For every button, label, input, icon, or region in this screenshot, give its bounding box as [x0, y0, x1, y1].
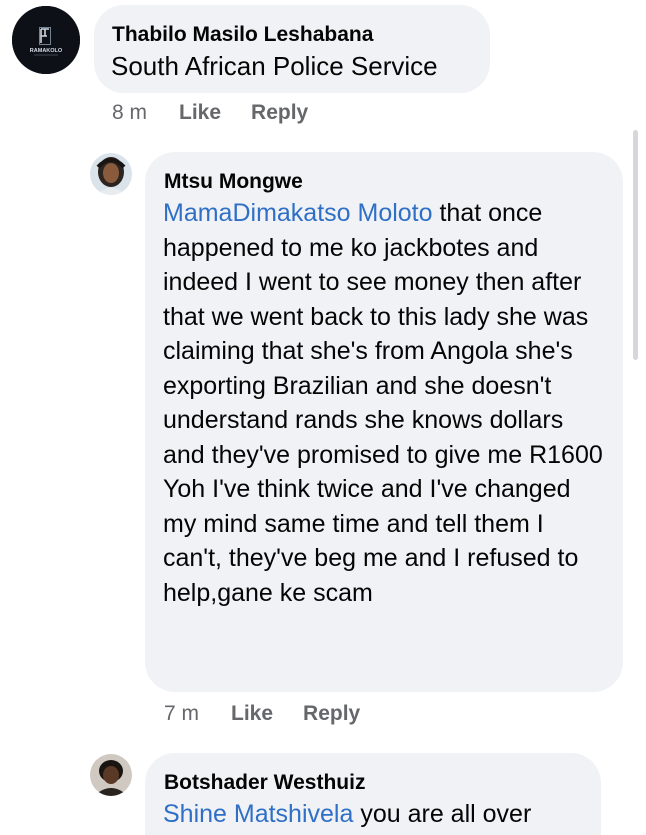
comment-mention[interactable]: Shine Matshivela — [163, 800, 353, 828]
comment-bubble: Botshader Westhuiz Shine Matshivela you … — [145, 753, 601, 835]
reply-button[interactable]: Reply — [251, 101, 308, 125]
comment-author[interactable]: Thabilo Masilo Leshabana — [112, 23, 373, 47]
like-button[interactable]: Like — [179, 101, 221, 125]
comment-mention[interactable]: MamaDimakatso Moloto — [163, 199, 433, 227]
comment-actions: 8 m Like Reply — [112, 101, 338, 125]
comment-bubble: Thabilo Masilo Leshabana South African P… — [94, 5, 490, 93]
comment-body: you are all over — [360, 800, 532, 828]
avatar[interactable] — [90, 153, 132, 195]
comment-timestamp[interactable]: 7 m — [164, 702, 199, 726]
avatar[interactable] — [90, 754, 132, 796]
comment-mention[interactable]: South African Police Service — [111, 49, 438, 84]
avatar-brand-text: RAMAKOLO — [30, 48, 63, 54]
reply-button[interactable]: Reply — [303, 702, 360, 726]
profile-photo-icon — [90, 754, 132, 796]
profile-photo-icon — [90, 153, 132, 195]
comment-body: that once happened to me ko jackbotes an… — [163, 199, 603, 607]
comment-author[interactable]: Botshader Westhuiz — [164, 771, 365, 795]
comment-actions: 7 m Like Reply — [164, 702, 390, 726]
comment-author[interactable]: Mtsu Mongwe — [164, 170, 303, 194]
avatar[interactable]: RAMAKOLO — [12, 6, 80, 74]
comment-thread: RAMAKOLO Thabilo Masilo Leshabana South … — [0, 0, 646, 835]
ramakolo-logo-icon: RAMAKOLO — [12, 6, 80, 74]
comment-text: MamaDimakatso Moloto that once happened … — [163, 196, 603, 610]
comment-timestamp[interactable]: 8 m — [112, 101, 147, 125]
like-button[interactable]: Like — [231, 702, 273, 726]
comment-text: Shine Matshivela you are all over — [163, 797, 593, 832]
comment-bubble: Mtsu Mongwe MamaDimakatso Moloto that on… — [145, 152, 623, 692]
scrollbar[interactable] — [633, 130, 638, 360]
